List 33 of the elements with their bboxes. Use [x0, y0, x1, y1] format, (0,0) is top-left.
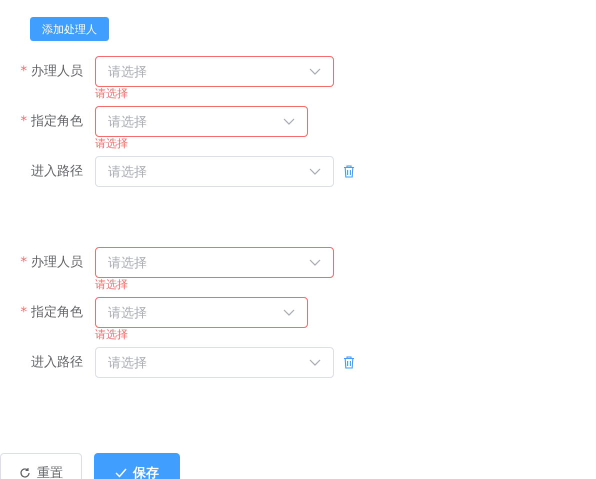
error-message: 请选择 [95, 88, 129, 100]
reset-button[interactable]: 重置 [0, 453, 82, 479]
field-label: 进入路径 [31, 355, 83, 370]
required-mark: * [20, 255, 27, 270]
refresh-icon [19, 466, 31, 478]
add-handler-button[interactable]: 添加处理人 [30, 17, 109, 41]
select-field[interactable]: 请选择 [95, 156, 334, 187]
field-label: 指定角色 [31, 305, 83, 320]
delete-icon[interactable] [343, 165, 355, 178]
chevron-down-icon [309, 259, 321, 266]
delete-icon[interactable] [343, 356, 355, 369]
required-mark: * [20, 114, 27, 129]
chevron-down-icon [283, 118, 295, 125]
required-mark: * [20, 305, 27, 320]
chevron-down-icon [309, 68, 321, 75]
chevron-down-icon [283, 309, 295, 316]
select-field[interactable]: 请选择 [95, 247, 334, 278]
select-field[interactable]: 请选择 [95, 56, 334, 87]
select-field[interactable]: 请选择 [95, 106, 308, 137]
error-message: 请选择 [95, 138, 129, 150]
field-label: 进入路径 [31, 164, 83, 179]
select-field[interactable]: 请选择 [95, 297, 308, 328]
select-field[interactable]: 请选择 [95, 347, 334, 378]
error-message: 请选择 [95, 329, 129, 341]
error-message: 请选择 [95, 279, 129, 291]
field-label: 指定角色 [31, 114, 83, 129]
check-icon [115, 468, 127, 478]
required-mark: * [20, 64, 27, 79]
field-label: 办理人员 [31, 64, 83, 79]
chevron-down-icon [309, 359, 321, 366]
save-button[interactable]: 保存 [94, 453, 180, 479]
chevron-down-icon [309, 168, 321, 175]
field-label: 办理人员 [31, 255, 83, 270]
